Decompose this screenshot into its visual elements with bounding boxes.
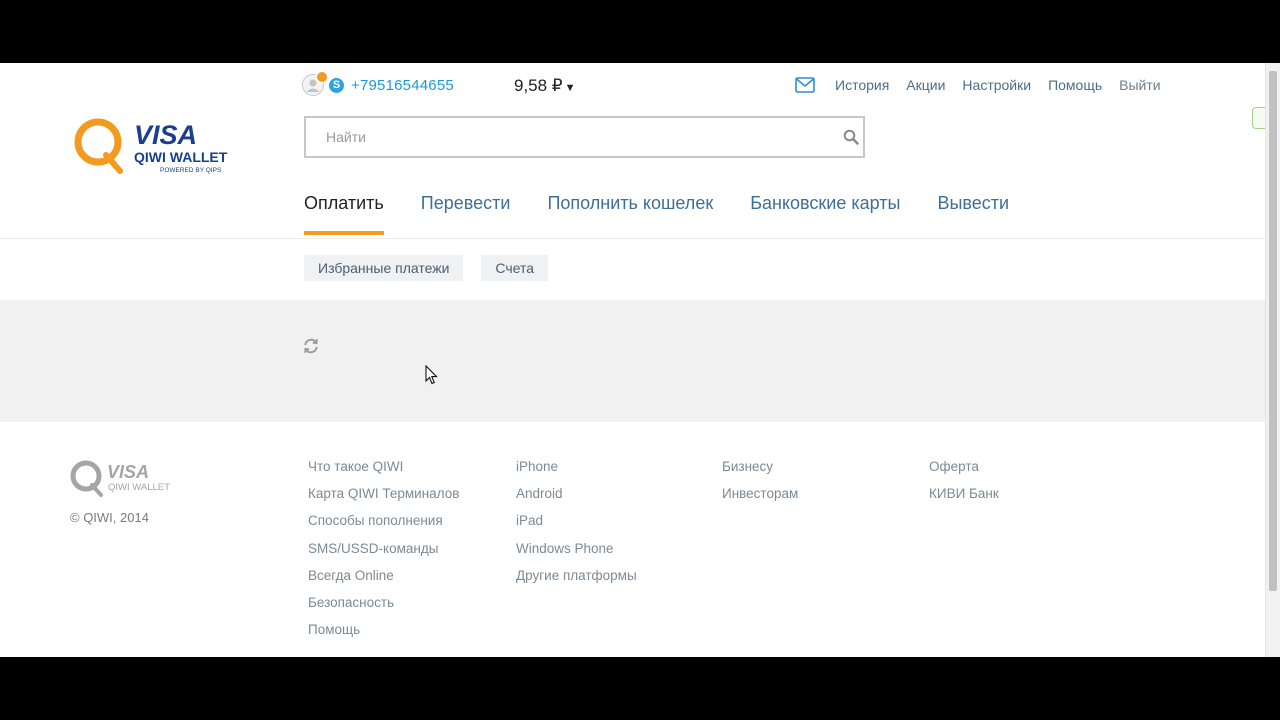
footer-link[interactable]: Windows Phone xyxy=(516,540,637,567)
main-tabs: Оплатить Перевести Пополнить кошелек Бан… xyxy=(304,193,1046,235)
balance-dropdown[interactable]: 9,58 ₽ ▼ xyxy=(514,76,576,96)
content-loading-area xyxy=(0,300,1265,422)
footer-link[interactable]: iPad xyxy=(516,512,637,539)
footer-link[interactable]: Оферта xyxy=(929,458,999,485)
search-input[interactable] xyxy=(324,128,828,146)
footer-link[interactable]: Что такое QIWI xyxy=(308,458,459,485)
search-box xyxy=(304,116,865,158)
browser-viewport: VISA QIWI WALLET POWERED BY QIPS S +7951… xyxy=(0,63,1280,657)
tab-bank-cards[interactable]: Банковские карты xyxy=(750,193,900,232)
footer-link[interactable]: iPhone xyxy=(516,458,637,485)
balance-amount: 9,58 ₽ xyxy=(514,76,563,95)
footer-link[interactable]: Инвесторам xyxy=(722,485,798,512)
svg-text:QIWI WALLET: QIWI WALLET xyxy=(134,149,228,165)
footer-qiwi-logo[interactable]: VISA QIWI WALLET xyxy=(70,458,180,498)
scrollbar-thumb[interactable] xyxy=(1269,71,1277,591)
footer-col-about: Что такое QIWI Карта QIWI Терминалов Спо… xyxy=(308,458,459,648)
footer-link[interactable]: Помощь xyxy=(308,621,459,648)
svg-text:QIWI WALLET: QIWI WALLET xyxy=(108,482,170,493)
verified-badge-icon xyxy=(316,71,328,83)
loading-refresh-icon xyxy=(304,338,318,354)
footer-col-platforms: iPhone Android iPad Windows Phone Другие… xyxy=(516,458,637,594)
skype-icon: S xyxy=(329,77,344,93)
avatar[interactable] xyxy=(302,71,328,96)
footer-col-business: Бизнесу Инвесторам xyxy=(722,458,798,512)
favorite-payments-button[interactable]: Избранные платежи xyxy=(304,255,464,281)
svg-text:VISA: VISA xyxy=(134,120,197,150)
tab-top-up-wallet[interactable]: Пополнить кошелек xyxy=(547,193,713,232)
mouse-cursor-icon xyxy=(425,365,438,385)
footer-link[interactable]: Карта QIWI Терминалов xyxy=(308,485,459,512)
visa-qiwi-wallet-logo[interactable]: VISA QIWI WALLET POWERED BY QIPS xyxy=(72,115,242,177)
footer-link[interactable]: Безопасность xyxy=(308,594,459,621)
nav-logout-link[interactable]: Выйти xyxy=(1119,77,1160,93)
tab-transfer[interactable]: Перевести xyxy=(421,193,511,232)
sub-tabs: Избранные платежи Счета xyxy=(304,255,566,281)
footer-col-legal: Оферта КИВИ Банк xyxy=(929,458,999,512)
video-letterbox-bottom xyxy=(0,657,1280,720)
caret-down-icon: ▼ xyxy=(564,82,576,94)
nav-promotions-link[interactable]: Акции xyxy=(906,77,945,93)
footer-link[interactable]: Всегда Online xyxy=(308,567,459,594)
footer-link[interactable]: Способы пополнения xyxy=(308,512,459,539)
phone-number-link[interactable]: +79516544655 xyxy=(351,77,454,94)
svg-text:POWERED BY QIPS: POWERED BY QIPS xyxy=(160,167,222,174)
copyright: © QIWI, 2014 xyxy=(70,510,149,525)
footer-link[interactable]: Android xyxy=(516,485,637,512)
footer-link[interactable]: Бизнесу xyxy=(722,458,798,485)
nav-help-link[interactable]: Помощь xyxy=(1048,77,1102,93)
nav-history-link[interactable]: История xyxy=(835,77,889,93)
search-icon[interactable] xyxy=(843,129,859,145)
tab-pay[interactable]: Оплатить xyxy=(304,193,384,235)
footer-link[interactable]: Другие платформы xyxy=(516,567,637,594)
invoices-button[interactable]: Счета xyxy=(481,255,549,281)
video-letterbox-top xyxy=(0,0,1280,63)
user-info: S +79516544655 xyxy=(302,71,454,98)
nav-settings-link[interactable]: Настройки xyxy=(962,77,1031,93)
side-feedback-tab[interactable] xyxy=(1252,107,1265,129)
mail-icon[interactable] xyxy=(795,77,815,93)
footer-link[interactable]: КИВИ Банк xyxy=(929,485,999,512)
footer-link[interactable]: SMS/USSD-команды xyxy=(308,540,459,567)
top-nav: История Акции Настройки Помощь Выйти xyxy=(795,75,1161,95)
header-divider xyxy=(0,238,1265,239)
tab-withdraw[interactable]: Вывести xyxy=(937,193,1009,232)
qiwi-page: VISA QIWI WALLET POWERED BY QIPS S +7951… xyxy=(0,63,1265,657)
svg-text:VISA: VISA xyxy=(107,462,149,482)
vertical-scrollbar[interactable] xyxy=(1265,63,1280,657)
